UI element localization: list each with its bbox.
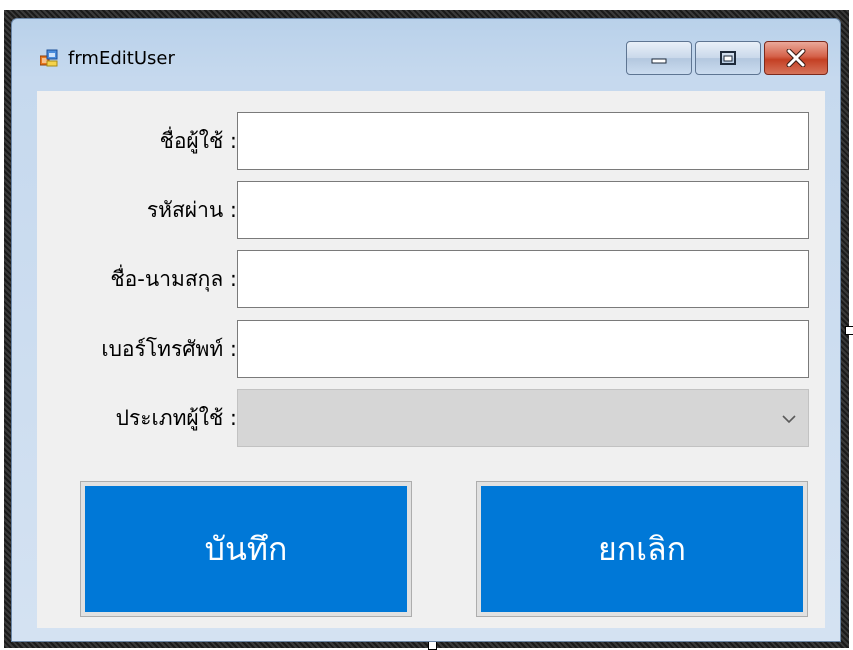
phone-row: เบอร์โทรศัพท์ : <box>37 320 825 378</box>
cancel-button[interactable]: ยกเลิก <box>476 481 808 617</box>
chevron-down-icon[interactable] <box>780 410 798 428</box>
cancel-button-label: ยกเลิก <box>481 486 803 612</box>
minimize-icon <box>651 58 667 64</box>
maximize-button[interactable] <box>695 41 761 75</box>
title-bar[interactable]: frmEditUser <box>12 19 840 89</box>
fullname-input[interactable] <box>237 250 809 308</box>
close-button[interactable] <box>764 41 828 75</box>
window-title: frmEditUser <box>68 48 175 69</box>
save-button[interactable]: บันทึก <box>80 481 412 617</box>
fullname-label: ชื่อ-นามสกุล : <box>110 266 237 291</box>
phone-label: เบอร์โทรศัพท์ : <box>101 336 237 361</box>
username-label: ชื่อผู้ใช้ : <box>159 128 237 153</box>
password-input[interactable] <box>237 181 809 239</box>
fullname-row: ชื่อ-นามสกุล : <box>37 250 825 308</box>
password-row: รหัสผ่าน : <box>37 181 825 239</box>
form-app-icon <box>40 49 58 67</box>
user-type-row: ประเภทผู้ใช้ : <box>37 389 825 447</box>
save-button-label: บันทึก <box>85 486 407 612</box>
caption-buttons <box>626 41 828 75</box>
resize-grip-bottom[interactable] <box>428 641 437 650</box>
resize-grip-right[interactable] <box>845 326 853 335</box>
user-type-combobox[interactable] <box>237 389 809 447</box>
phone-input[interactable] <box>237 320 809 378</box>
username-input[interactable] <box>237 112 809 170</box>
password-label: รหัสผ่าน : <box>146 197 237 222</box>
username-row: ชื่อผู้ใช้ : <box>37 112 825 170</box>
form-window: frmEditUser ชื่อผู้ใช้: รหัสผ่าน: ชื่อ… <box>11 18 841 642</box>
form-client-area: ชื่อผู้ใช้ : รหัสผ่าน : ชื่อ-นามสกุล : เ… <box>37 91 825 628</box>
minimize-button[interactable] <box>626 41 692 75</box>
close-icon <box>786 49 806 67</box>
user-type-label: ประเภทผู้ใช้ : <box>115 405 237 430</box>
maximize-icon <box>720 51 736 65</box>
